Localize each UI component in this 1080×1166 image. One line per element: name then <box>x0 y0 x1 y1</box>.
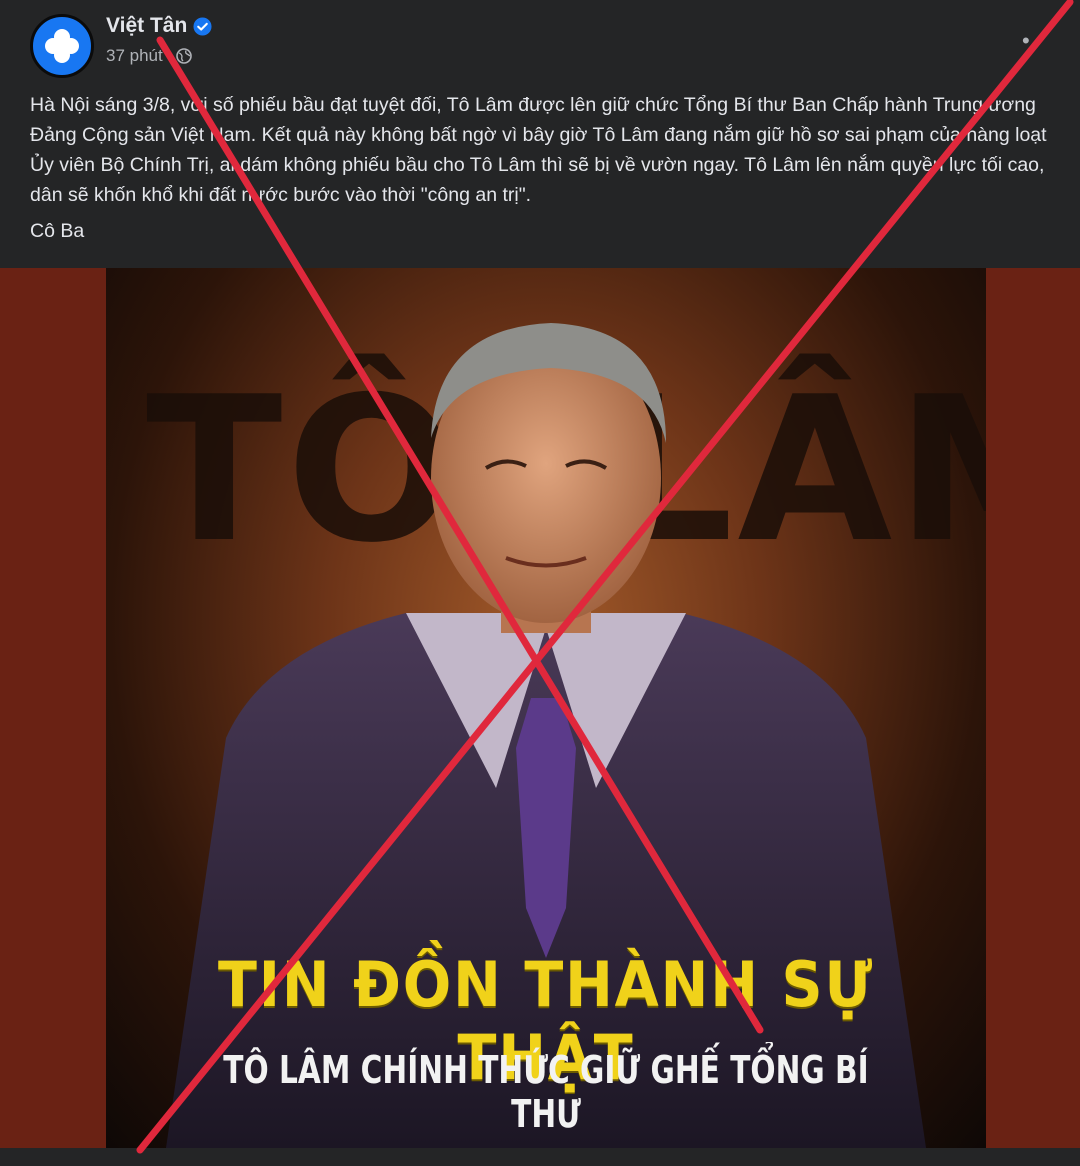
post-signature: Cô Ba <box>30 220 85 242</box>
flower-logo-icon <box>45 29 79 63</box>
verified-badge-icon <box>193 17 212 36</box>
post-body: Hà Nội sáng 3/8, với số phiếu bầu đạt tu… <box>30 90 1060 210</box>
poster-subheadline: TÔ LÂM CHÍNH THỨC GIỮ GHẾ TỔNG BÍ THƯ <box>223 1048 869 1136</box>
more-options-icon[interactable]: • <box>1022 28 1052 53</box>
post-text: Hà Nội sáng 3/8, với số phiếu bầu đạt tu… <box>30 94 1047 206</box>
poster-image: TÔ LÂM TIN ĐỒN THÀNH SỰ T <box>106 268 986 1148</box>
post-meta: 37 phút · <box>106 46 193 66</box>
post-timestamp[interactable]: 37 phút <box>106 46 163 66</box>
post-footer-divider <box>0 1148 1080 1166</box>
meta-separator: · <box>166 46 173 65</box>
post-image[interactable]: TÔ LÂM TIN ĐỒN THÀNH SỰ T <box>0 268 1080 1166</box>
page-avatar[interactable] <box>30 14 94 78</box>
page-name[interactable]: Việt Tân <box>106 14 187 38</box>
globe-icon[interactable] <box>176 48 193 64</box>
post-header: Việt Tân 37 phút · • <box>0 0 1080 90</box>
